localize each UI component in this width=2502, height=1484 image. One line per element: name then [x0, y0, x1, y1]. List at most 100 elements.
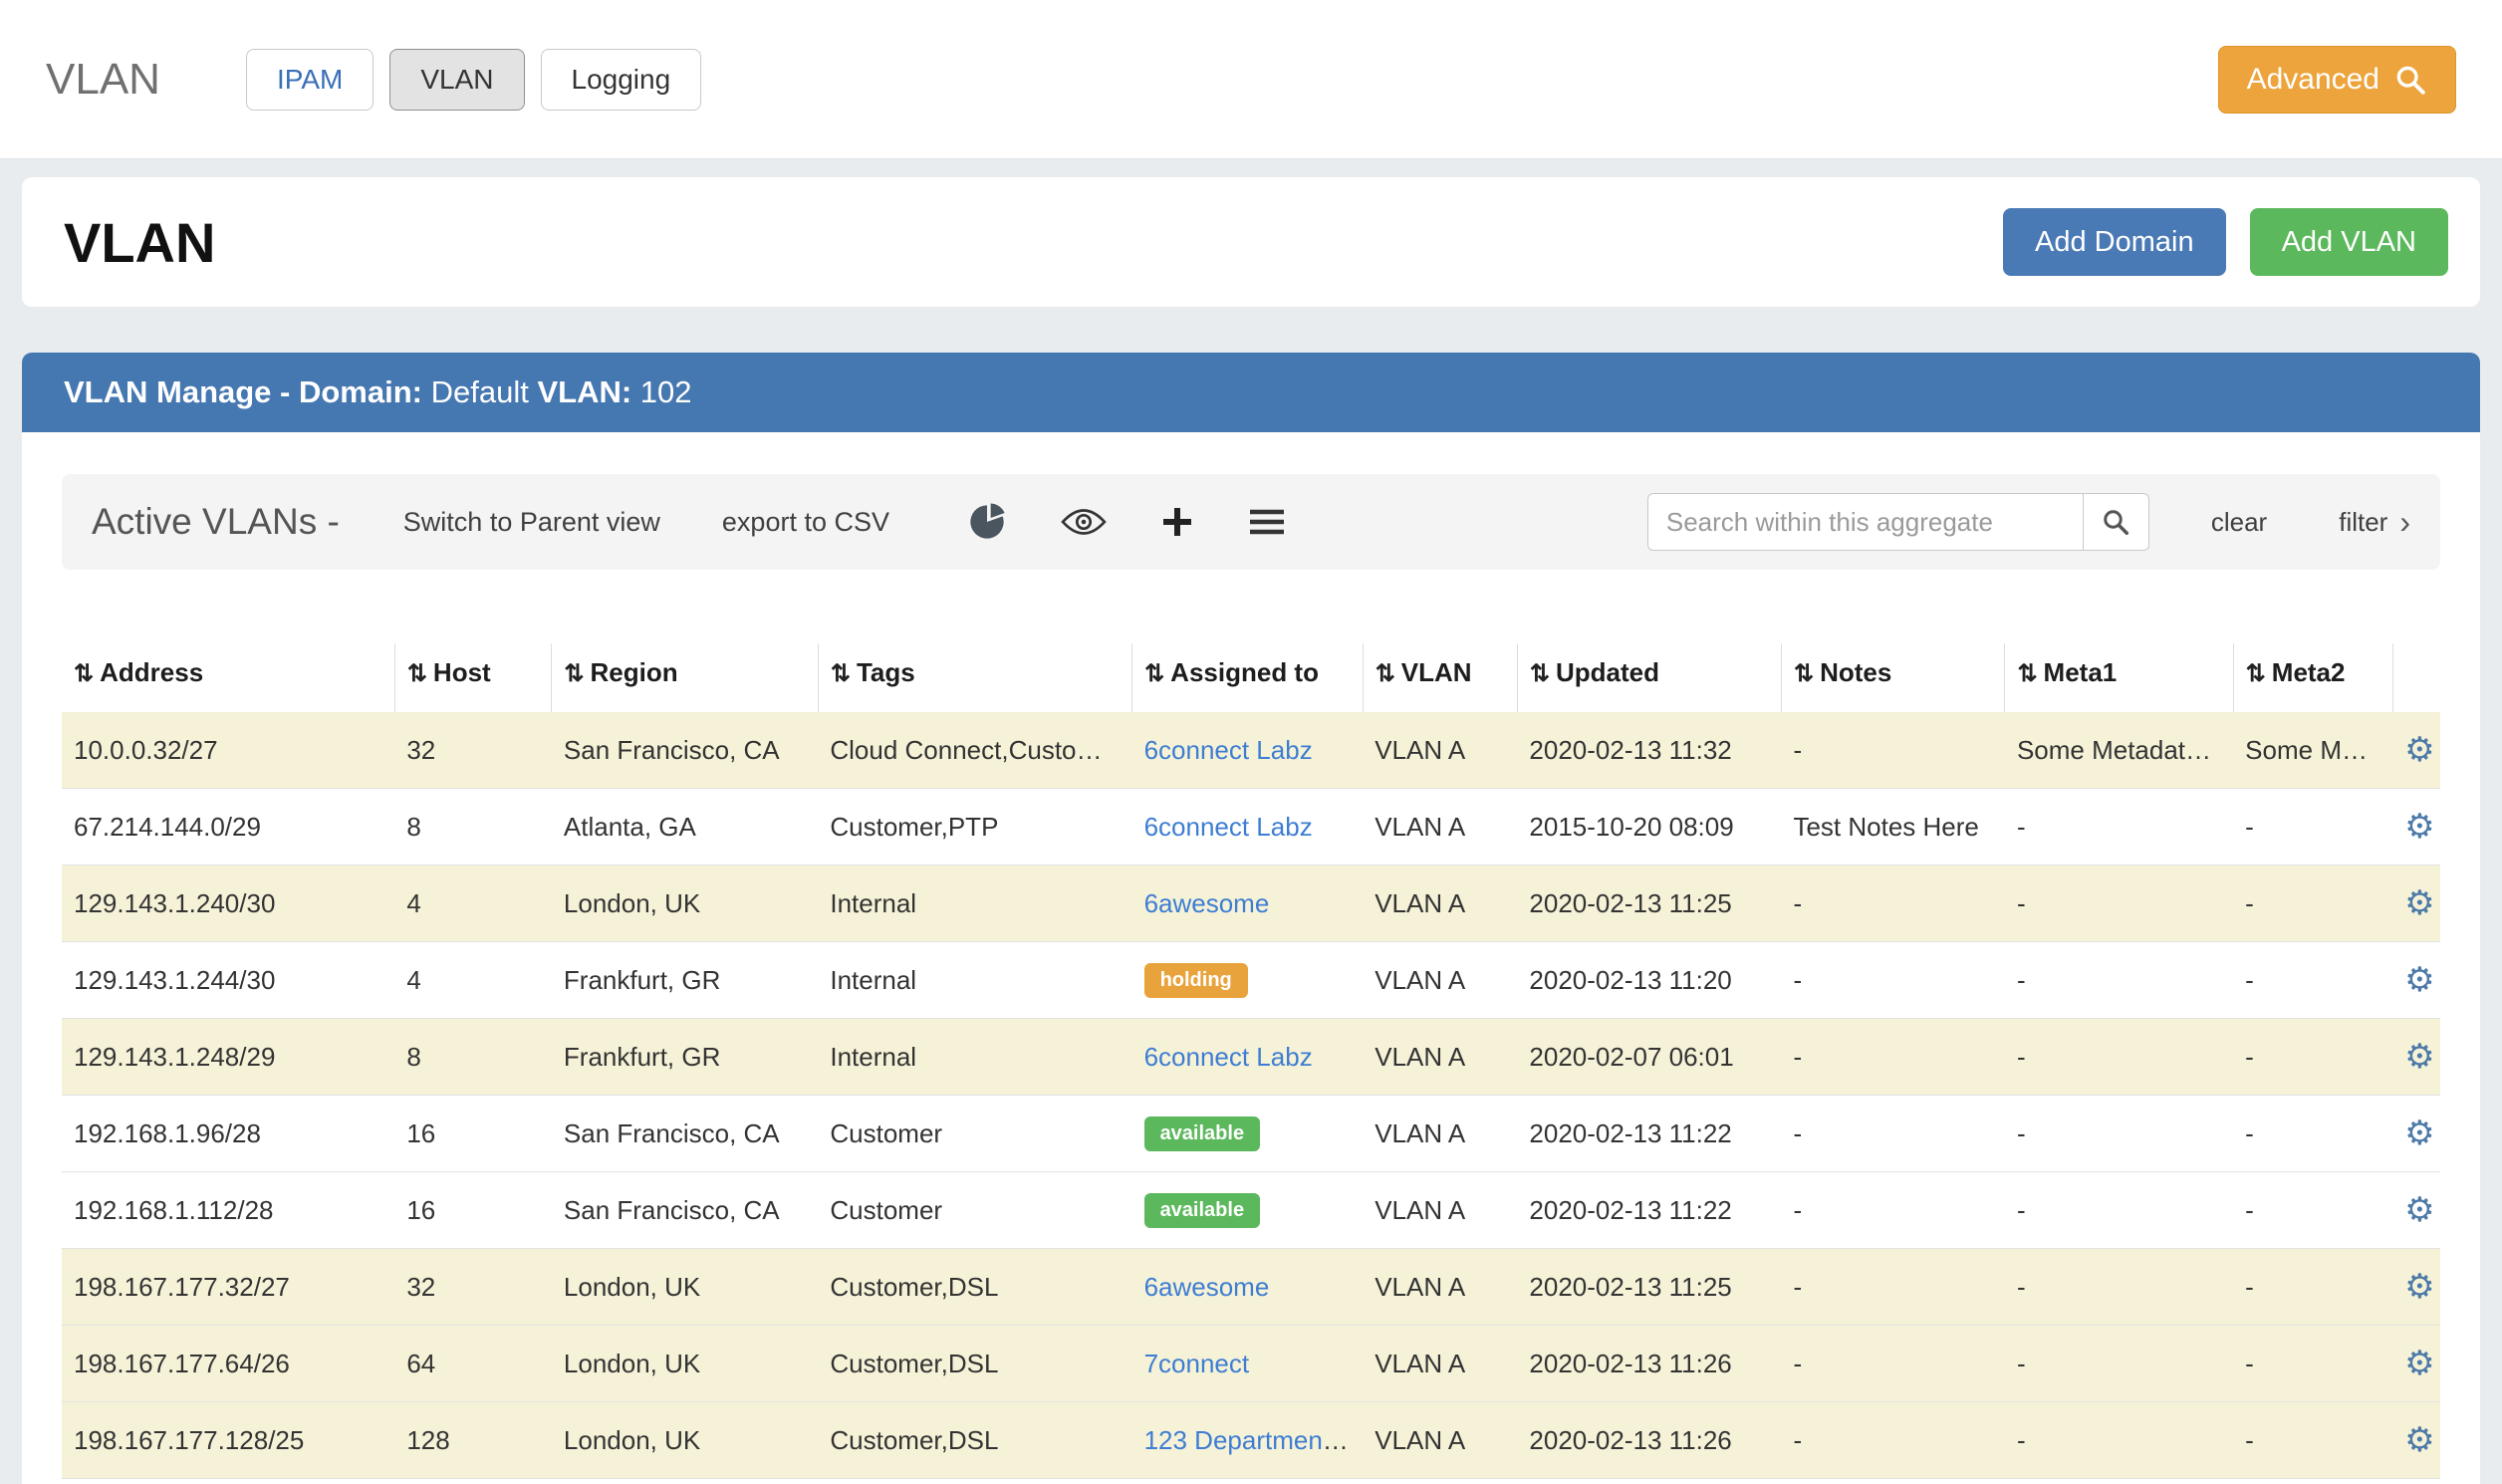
table-row: 198.167.177.32/2732London, UKCustomer,DS…: [62, 1249, 2440, 1326]
assigned-to-link[interactable]: 123 Department…: [1144, 1425, 1356, 1455]
cell-meta1: -: [2005, 942, 2233, 1019]
cell-vlan: VLAN A: [1363, 712, 1517, 789]
cell-notes: -: [1781, 942, 2004, 1019]
column-header-vlan[interactable]: ⇅VLAN: [1363, 643, 1517, 712]
row-actions-gear-icon[interactable]: ⚙: [2404, 1114, 2434, 1152]
assigned-to-link[interactable]: 7connect: [1144, 1349, 1250, 1378]
panel-header-manage-label: VLAN Manage - Domain:: [64, 374, 422, 409]
column-label: Address: [100, 657, 203, 687]
sort-icon[interactable]: ⇅: [1530, 660, 1550, 687]
row-actions-gear-icon[interactable]: ⚙: [2404, 731, 2434, 769]
table-row: 198.167.177.64/2664London, UKCustomer,DS…: [62, 1326, 2440, 1402]
table-header-row: ⇅Address⇅Host⇅Region⇅Tags⇅Assigned to⇅VL…: [62, 643, 2440, 712]
cell-actions: ⚙: [2392, 712, 2440, 789]
cell-tags: Customer,PTP: [818, 789, 1131, 866]
row-actions-gear-icon[interactable]: ⚙: [2404, 1345, 2434, 1382]
list-view-icon[interactable]: [1248, 507, 1286, 537]
row-actions-gear-icon[interactable]: ⚙: [2404, 884, 2434, 922]
cell-updated: 2020-02-13 11:32: [1517, 712, 1781, 789]
cell-region: San Francisco, CA: [552, 1172, 818, 1249]
cell-region: Frankfurt, GR: [552, 942, 818, 1019]
filter-link[interactable]: filter ›: [2339, 506, 2410, 538]
panel-header-vlan-label: VLAN:: [537, 374, 631, 409]
column-header-updated[interactable]: ⇅Updated: [1517, 643, 1781, 712]
tab-ipam[interactable]: IPAM: [246, 49, 374, 111]
cell-assigned-to: available: [1132, 1172, 1364, 1249]
cell-region: San Francisco, CA: [552, 1096, 818, 1172]
cell-host: 4: [394, 942, 552, 1019]
column-header-host[interactable]: ⇅Host: [394, 643, 552, 712]
assigned-to-link[interactable]: 6connect Labz: [1144, 735, 1313, 765]
column-label: Region: [591, 657, 678, 687]
sort-icon[interactable]: ⇅: [2246, 660, 2266, 687]
sort-icon[interactable]: ⇅: [564, 660, 584, 687]
cell-meta1: -: [2005, 1172, 2233, 1249]
cell-region: Atlanta, GA: [552, 789, 818, 866]
assigned-to-link[interactable]: 6connect Labz: [1144, 1042, 1313, 1072]
column-header-notes[interactable]: ⇅Notes: [1781, 643, 2004, 712]
pie-chart-icon[interactable]: [967, 502, 1007, 542]
assigned-to-link[interactable]: 6connect Labz: [1144, 812, 1313, 842]
active-vlans-title: Active VLANs -: [92, 501, 340, 543]
cell-host: 32: [394, 1249, 552, 1326]
cell-vlan: VLAN A: [1363, 1402, 1517, 1479]
sort-icon[interactable]: ⇅: [831, 660, 851, 687]
assigned-to-link[interactable]: 6awesome: [1144, 1272, 1270, 1302]
search-icon: [2101, 507, 2130, 537]
row-actions-gear-icon[interactable]: ⚙: [2404, 961, 2434, 999]
switch-to-parent-view-link[interactable]: Switch to Parent view: [403, 507, 660, 538]
cell-address: 10.0.0.32/27: [62, 712, 394, 789]
cell-notes: -: [1781, 1326, 2004, 1402]
advanced-search-button[interactable]: Advanced: [2218, 46, 2456, 114]
sort-icon[interactable]: ⇅: [2017, 660, 2037, 687]
cell-host: 32: [394, 712, 552, 789]
cell-actions: ⚙: [2392, 789, 2440, 866]
column-header-meta1[interactable]: ⇅ Meta1: [2005, 643, 2233, 712]
column-header-region[interactable]: ⇅ Region: [552, 643, 818, 712]
sort-icon[interactable]: ⇅: [1794, 660, 1814, 687]
cell-vlan: VLAN A: [1363, 1249, 1517, 1326]
tab-logging[interactable]: Logging: [541, 49, 702, 111]
column-header-tags[interactable]: ⇅Tags: [818, 643, 1131, 712]
cell-address: 129.143.1.240/30: [62, 866, 394, 942]
clear-link[interactable]: clear: [2211, 507, 2267, 538]
cell-notes: -: [1781, 866, 2004, 942]
assigned-to-link[interactable]: 6awesome: [1144, 888, 1270, 918]
row-actions-gear-icon[interactable]: ⚙: [2404, 808, 2434, 846]
column-header-address[interactable]: ⇅Address: [62, 643, 394, 712]
export-to-csv-link[interactable]: export to CSV: [722, 507, 889, 538]
eye-visibility-icon[interactable]: [1061, 506, 1107, 538]
search-input[interactable]: [1647, 493, 2084, 551]
cell-meta2: -: [2233, 942, 2392, 1019]
row-actions-gear-icon[interactable]: ⚙: [2404, 1038, 2434, 1076]
search-submit-button[interactable]: [2084, 493, 2149, 551]
column-label: Meta1: [2044, 657, 2118, 687]
cell-vlan: VLAN A: [1363, 1326, 1517, 1402]
table-row: 129.143.1.248/298Frankfurt, GRInternal6c…: [62, 1019, 2440, 1096]
row-actions-gear-icon[interactable]: ⚙: [2404, 1421, 2434, 1459]
cell-notes: -: [1781, 1096, 2004, 1172]
sort-icon[interactable]: ⇅: [74, 660, 94, 687]
cell-updated: 2015-10-20 08:09: [1517, 789, 1781, 866]
cell-tags: Customer: [818, 1096, 1131, 1172]
cell-notes: -: [1781, 1249, 2004, 1326]
sort-icon[interactable]: ⇅: [1144, 660, 1164, 687]
sort-icon[interactable]: ⇅: [407, 660, 427, 687]
status-badge-available: available: [1144, 1193, 1261, 1228]
column-header-meta2[interactable]: ⇅Meta2: [2233, 643, 2392, 712]
add-domain-button[interactable]: Add Domain: [2003, 208, 2226, 276]
cell-meta1: -: [2005, 1096, 2233, 1172]
row-actions-gear-icon[interactable]: ⚙: [2404, 1268, 2434, 1306]
row-actions-gear-icon[interactable]: ⚙: [2404, 1191, 2434, 1229]
cell-meta1: -: [2005, 789, 2233, 866]
cell-updated: 2020-02-13 11:22: [1517, 1096, 1781, 1172]
cell-address: 129.143.1.244/30: [62, 942, 394, 1019]
sort-icon[interactable]: ⇅: [1376, 660, 1395, 687]
cell-host: 8: [394, 789, 552, 866]
add-vlan-button[interactable]: Add VLAN: [2250, 208, 2448, 276]
column-header-assigned[interactable]: ⇅Assigned to: [1132, 643, 1364, 712]
tab-vlan[interactable]: VLAN: [389, 49, 524, 111]
page-title: VLAN: [64, 210, 215, 275]
cell-host: 16: [394, 1096, 552, 1172]
add-plus-icon[interactable]: [1160, 505, 1194, 539]
